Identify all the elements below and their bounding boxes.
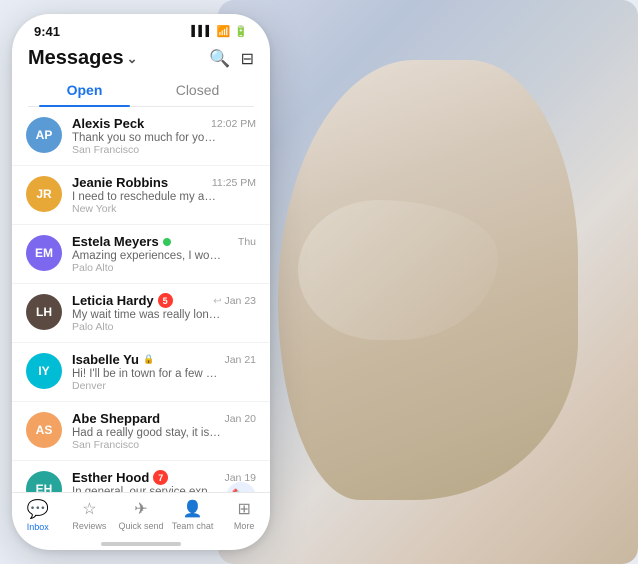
reviews-icon: ☆ — [82, 499, 96, 519]
avatar: LH — [26, 294, 62, 330]
filter-icon[interactable]: ⊟ — [241, 49, 254, 69]
message-content: Abe Sheppard Jan 20 Had a really good st… — [72, 411, 256, 451]
nav-team-chat[interactable]: 👤 Team chat — [167, 499, 219, 532]
message-content: Isabelle Yu 🔒 Jan 21 Hi! I'll be in town… — [72, 352, 256, 392]
unread-badge: 5 — [158, 293, 173, 308]
message-content: Estela Meyers Thu Amazing experiences, I… — [72, 234, 256, 274]
message-item[interactable]: EM Estela Meyers Thu Amazing experiences… — [12, 225, 270, 284]
sender-name: Jeanie Robbins — [72, 175, 168, 190]
message-item[interactable]: JR Jeanie Robbins 11:25 PM I need to res… — [12, 166, 270, 225]
battery-icon: 🔋 — [234, 25, 248, 38]
nav-reviews-label: Reviews — [72, 521, 106, 531]
status-time: 9:41 — [34, 24, 60, 39]
tab-open[interactable]: Open — [28, 76, 141, 106]
message-list: AP Alexis Peck 12:02 PM Thank you so muc… — [12, 107, 270, 492]
message-item[interactable]: IY Isabelle Yu 🔒 Jan 21 Hi! I'll be in t… — [12, 343, 270, 402]
lock-icon: 🔒 — [143, 354, 154, 365]
status-bar: 9:41 ▌▌▌ 📶 🔋 — [12, 14, 270, 43]
nav-reviews[interactable]: ☆ Reviews — [64, 499, 116, 532]
sender-name: Estela Meyers — [72, 234, 171, 249]
nav-more[interactable]: ⊞ More — [218, 499, 270, 532]
sender-name: Abe Sheppard — [72, 411, 160, 426]
avatar: IY — [26, 353, 62, 389]
message-content: Alexis Peck 12:02 PM Thank you so much f… — [72, 116, 256, 156]
message-preview: Thank you so much for your quick respons… — [72, 132, 222, 144]
message-time: 12:02 PM — [211, 118, 256, 130]
app-header: Messages ⌄ 🔍 ⊟ — [12, 43, 270, 76]
nav-more-label: More — [234, 521, 255, 531]
background-photo — [218, 0, 638, 564]
home-indicator — [101, 542, 181, 546]
message-location: San Francisco — [72, 439, 256, 451]
unread-badge: 7 — [153, 470, 168, 485]
team-chat-icon: 👤 — [183, 499, 203, 519]
message-time: Jan 21 — [224, 354, 256, 366]
message-location: Denver — [72, 380, 256, 392]
message-content: Leticia Hardy 5 ↩ Jan 23 My wait time wa… — [72, 293, 256, 333]
message-item[interactable]: EH Esther Hood 7 Jan 19 In general, our … — [12, 461, 270, 492]
sender-name: Isabelle Yu 🔒 — [72, 352, 154, 367]
message-preview: My wait time was really long and I was u… — [72, 309, 222, 321]
avatar: EM — [26, 235, 62, 271]
bottom-nav: 💬 Inbox ☆ Reviews ✈ Quick send 👤 Team ch… — [12, 492, 270, 542]
sender-name: Alexis Peck — [72, 116, 144, 131]
avatar: AS — [26, 412, 62, 448]
message-item[interactable]: AS Abe Sheppard Jan 20 Had a really good… — [12, 402, 270, 461]
signal-icon: ▌▌▌ — [191, 26, 212, 37]
search-icon[interactable]: 🔍 — [209, 49, 230, 69]
header-title-group[interactable]: Messages ⌄ — [28, 47, 138, 70]
message-item[interactable]: AP Alexis Peck 12:02 PM Thank you so muc… — [12, 107, 270, 166]
tab-closed[interactable]: Closed — [141, 76, 254, 106]
nav-quick-send[interactable]: ✈ Quick send — [115, 499, 167, 532]
message-time: 11:25 PM — [212, 177, 256, 189]
nav-team-chat-label: Team chat — [172, 521, 214, 531]
message-time: ↩ Jan 23 — [213, 295, 256, 307]
nav-quick-send-label: Quick send — [118, 521, 163, 531]
message-preview: In general, our service experience w — [72, 486, 222, 492]
message-location: New York — [72, 203, 256, 215]
scene: 9:41 ▌▌▌ 📶 🔋 Messages ⌄ 🔍 ⊟ — [0, 0, 638, 564]
message-preview: Amazing experiences, I would highly reco… — [72, 250, 222, 262]
phone-frame: 9:41 ▌▌▌ 📶 🔋 Messages ⌄ 🔍 ⊟ — [12, 14, 270, 550]
avatar: JR — [26, 176, 62, 212]
inbox-icon: 💬 — [27, 499, 49, 520]
wifi-icon: 📶 — [217, 25, 231, 38]
message-time: Thu — [238, 236, 256, 248]
message-preview: Had a really good stay, it is so close t… — [72, 427, 222, 439]
status-icons: ▌▌▌ 📶 🔋 — [191, 25, 248, 38]
message-location: Palo Alto — [72, 321, 256, 333]
header-actions: 🔍 ⊟ — [209, 49, 254, 69]
message-preview: Hi! I'll be in town for a few days and a… — [72, 368, 222, 380]
avatar: EH — [26, 471, 62, 492]
nav-inbox[interactable]: 💬 Inbox — [12, 499, 64, 532]
message-preview: I need to reschedule my appointment from… — [72, 191, 222, 203]
message-location: San Francisco — [72, 144, 256, 156]
sender-name: Esther Hood 7 — [72, 470, 168, 485]
message-location: Palo Alto — [72, 262, 256, 274]
chevron-down-icon[interactable]: ⌄ — [127, 51, 138, 67]
message-time: Jan 20 — [224, 413, 256, 425]
messages-title: Messages — [28, 47, 124, 70]
quick-send-icon: ✈ — [134, 499, 147, 519]
avatar: AP — [26, 117, 62, 153]
sender-name: Leticia Hardy 5 — [72, 293, 173, 308]
more-icon: ⊞ — [237, 499, 250, 519]
tabs-container: Open Closed — [28, 76, 254, 107]
message-item[interactable]: LH Leticia Hardy 5 ↩ Jan 23 — [12, 284, 270, 343]
online-badge — [163, 238, 171, 246]
nav-inbox-label: Inbox — [27, 522, 49, 532]
message-content: Jeanie Robbins 11:25 PM I need to resche… — [72, 175, 256, 215]
